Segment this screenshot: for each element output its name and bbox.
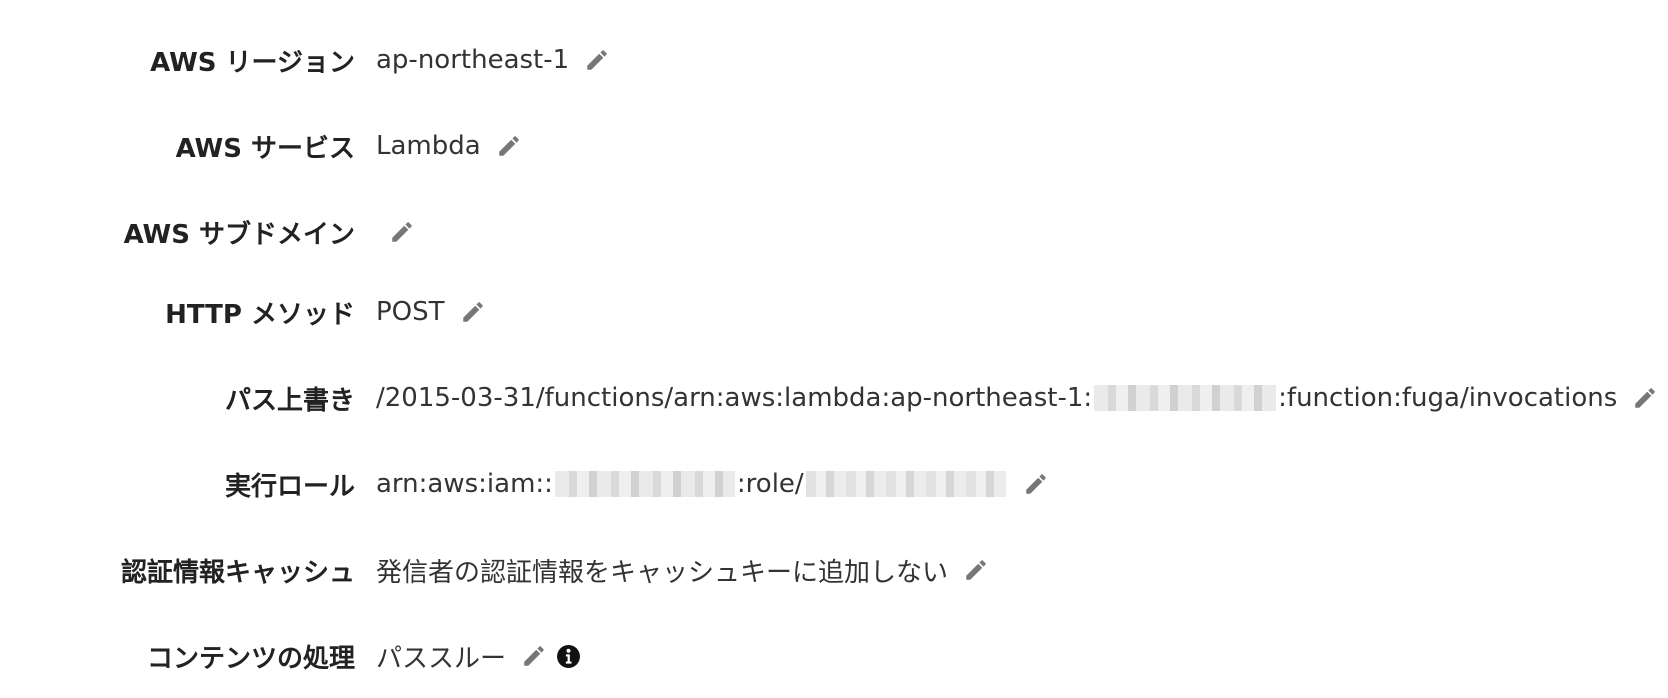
pencil-icon (392, 222, 412, 242)
edit-http-method-button[interactable] (459, 298, 487, 326)
path-override-row: パス上書き /2015-03-31/functions/arn:aws:lamb… (0, 378, 1668, 418)
aws-subdomain-row: AWS サブドメイン (0, 212, 1668, 252)
aws-subdomain-label: AWS サブドメイン (123, 219, 355, 250)
path-override-value-prefix: /2015-03-31/functions/arn:aws:lambda:ap-… (376, 383, 1093, 413)
path-override-label: パス上書き (224, 385, 355, 416)
pencil-icon (462, 302, 483, 322)
redacted-account-id (1094, 385, 1277, 411)
execution-role-row: 実行ロール arn:aws:iam:: :role/ (0, 464, 1668, 504)
content-handling-value-group: パススルー (376, 638, 582, 675)
credentials-cache-row: 認証情報キャッシュ 発信者の認証情報をキャッシュキーに追加しない (0, 550, 1668, 590)
edit-path-override-button[interactable] (1631, 384, 1659, 412)
execution-role-label: 実行ロール (224, 471, 355, 502)
execution-role-value-group: arn:aws:iam:: :role/ (376, 469, 1050, 499)
content-handling-info-button[interactable] (554, 642, 582, 670)
execution-role-value-prefix: arn:aws:iam:: (376, 469, 553, 499)
credentials-cache-value-group: 発信者の認証情報をキャッシュキーに追加しない (376, 552, 990, 589)
redacted-account-id (554, 471, 735, 497)
aws-region-label: AWS リージョン (150, 47, 355, 78)
aws-region-value: ap-northeast-1 (376, 45, 570, 75)
aws-service-value-group: Lambda (376, 131, 523, 161)
aws-region-value-group: ap-northeast-1 (376, 45, 611, 75)
aws-subdomain-value-group (376, 218, 416, 246)
credentials-cache-label: 認証情報キャッシュ (120, 557, 355, 588)
aws-service-value: Lambda (376, 131, 481, 161)
pencil-icon (1025, 474, 1046, 494)
edit-aws-subdomain-button[interactable] (388, 218, 416, 246)
content-handling-value: パススルー (376, 643, 507, 674)
http-method-label: HTTP メソッド (165, 299, 355, 330)
edit-credentials-cache-button[interactable] (962, 556, 990, 584)
pencil-icon (1635, 388, 1656, 408)
http-method-value-group: POST (376, 297, 487, 327)
pencil-icon (587, 50, 607, 70)
pencil-icon (498, 136, 519, 156)
path-override-value-group: /2015-03-31/functions/arn:aws:lambda:ap-… (376, 383, 1659, 413)
aws-service-label: AWS サービス (175, 133, 355, 164)
credentials-cache-value: 発信者の認証情報をキャッシュキーに追加しない (376, 557, 949, 588)
aws-service-row: AWS サービス Lambda (0, 126, 1668, 166)
info-circle-icon (556, 644, 580, 668)
path-override-value-suffix: :function:fuga/invocations (1278, 383, 1618, 413)
edit-aws-region-button[interactable] (583, 46, 611, 74)
pencil-icon (524, 646, 544, 666)
content-handling-label: コンテンツの処理 (146, 643, 355, 674)
execution-role-value-middle: :role/ (736, 469, 804, 499)
pencil-icon (966, 560, 986, 580)
content-handling-row: コンテンツの処理 パススルー (0, 636, 1668, 676)
http-method-value: POST (376, 297, 445, 327)
edit-aws-service-button[interactable] (495, 132, 523, 160)
redacted-role-name (805, 471, 1006, 497)
edit-execution-role-button[interactable] (1022, 470, 1050, 498)
aws-region-row: AWS リージョン ap-northeast-1 (0, 40, 1668, 80)
edit-content-handling-button[interactable] (520, 642, 548, 670)
http-method-row: HTTP メソッド POST (0, 292, 1668, 332)
